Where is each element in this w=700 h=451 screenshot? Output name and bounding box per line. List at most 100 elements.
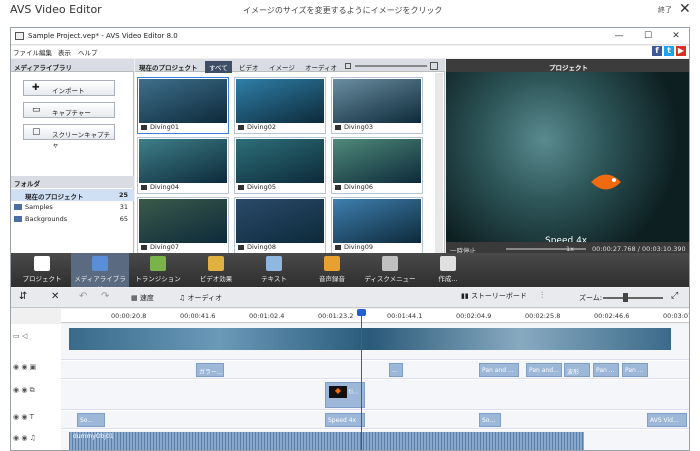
time-display: 00:00:27.768 / 00:03:10.390 — [592, 245, 686, 253]
tab-audio[interactable]: オーディオ — [301, 61, 341, 73]
effect-clip[interactable]: Pan ... — [593, 363, 619, 377]
video-icon — [238, 245, 244, 250]
ruler-tick-label: 00:00:41.6 — [180, 312, 216, 320]
menu-view[interactable]: 表示 — [58, 47, 71, 57]
folder-count: 65 — [119, 215, 128, 223]
text-clip[interactable]: Speed 4x — [325, 413, 365, 427]
large-thumb-icon[interactable] — [430, 62, 438, 70]
media-thumbnail[interactable]: Diving09 — [331, 197, 423, 254]
close-button[interactable]: ✕ — [663, 29, 689, 43]
toolbar-button-0[interactable]: プロジェクト — [13, 253, 71, 287]
media-thumbnail[interactable]: Diving08 — [234, 197, 326, 254]
import-button[interactable]: ✚ インポート — [23, 80, 115, 96]
toolbar-icon — [324, 256, 340, 271]
zoom-slider[interactable] — [603, 297, 663, 299]
outer-close-icon[interactable]: ✕ — [679, 1, 691, 17]
audio-track-controls[interactable]: ◉ ◉ ♫ — [13, 434, 59, 448]
text-clip[interactable]: AVS Vid... — [647, 413, 687, 427]
folder-current-project[interactable]: 現在のプロジェクト 25 — [11, 189, 134, 201]
audio-button[interactable]: ♫ オーディオ — [179, 293, 222, 303]
preview-panel: プロジェクト Speed 4x 一時停止 1x 00:00:27.768 / 0… — [446, 59, 689, 277]
small-thumb-icon[interactable] — [345, 63, 351, 69]
preview-video[interactable]: Speed 4x — [446, 72, 689, 246]
storyboard-button[interactable]: ▮▮ ストーリーボード — [461, 291, 527, 301]
twitter-icon[interactable]: t — [664, 46, 674, 56]
toolbar-label: 音声録音 — [319, 275, 345, 283]
toolbar-button-1[interactable]: メディアライブラリ — [71, 253, 129, 293]
thumb-size-slider[interactable] — [355, 65, 427, 67]
timeline-ruler[interactable]: 00:00:20.8 00:00:41.6 00:01:02.4 00:01:23.2… — [61, 309, 689, 323]
screen-capture-button[interactable]: ▢ スクリーンキャプチャ — [23, 124, 115, 149]
youtube-icon[interactable]: ▶ — [676, 46, 686, 56]
speed-value: 1x — [566, 245, 574, 253]
toolbar-icon — [382, 256, 398, 271]
effect-clip[interactable]: Pan and... — [526, 363, 562, 377]
fit-timeline-icon[interactable]: ⤢ — [671, 291, 678, 301]
media-thumbnail[interactable]: Diving04 — [137, 137, 229, 194]
thumbnail-image — [139, 139, 227, 183]
folder-icon — [14, 216, 22, 222]
menu-edit[interactable]: 編集 — [39, 47, 52, 57]
thumbnail-label: Diving03 — [344, 123, 373, 131]
toolbar-button-4[interactable]: テキスト — [245, 253, 303, 287]
effect-clip[interactable]: 波形 — [564, 363, 590, 377]
maximize-button[interactable]: ☐ — [635, 29, 661, 43]
playhead-handle[interactable] — [357, 309, 366, 316]
text-clip[interactable]: So... — [479, 413, 501, 427]
media-filter-bar: 現在のプロジェクト すべて ビデオ イメージ オーディオ — [135, 59, 445, 73]
overlay-track-controls[interactable]: ◉ ◉ ⧉ — [13, 386, 59, 400]
text-track[interactable] — [61, 411, 689, 429]
folder-samples[interactable]: Samples 31 — [11, 201, 134, 213]
effects-track-controls[interactable]: ◉ ◉ ▣ — [13, 363, 59, 377]
tab-all[interactable]: すべて — [205, 61, 232, 73]
toolbar-button-2[interactable]: トランジション — [129, 253, 187, 287]
thumbnail-image — [139, 199, 227, 243]
end-label[interactable]: 終了 — [658, 5, 672, 15]
video-clips-strip[interactable] — [69, 328, 671, 350]
effect-clip[interactable]: ... — [389, 363, 403, 377]
effect-clip[interactable]: Pan ... — [622, 363, 648, 377]
text-clip[interactable]: So... — [77, 413, 105, 427]
effect-clip[interactable]: Pan and ... — [479, 363, 519, 377]
menu-file[interactable]: ファイル — [13, 47, 39, 57]
overlay-clip[interactable]: ◆ ti... — [325, 382, 365, 408]
menu-help[interactable]: ヘルプ — [78, 47, 98, 57]
media-thumbnail[interactable]: Diving07 — [137, 197, 229, 254]
overlay-track[interactable] — [61, 380, 689, 410]
media-thumbnail[interactable]: Diving06 — [331, 137, 423, 194]
media-thumbnail[interactable]: Diving02 — [234, 77, 326, 134]
thumbnail-image — [333, 79, 421, 123]
text-track-controls[interactable]: ◉ ◉ T — [13, 413, 59, 427]
zoom-slider-thumb[interactable] — [623, 293, 628, 302]
toolbar-button-3[interactable]: ビデオ効果 — [187, 253, 245, 287]
media-thumbnail[interactable]: Diving05 — [234, 137, 326, 194]
delete-icon[interactable]: ✕ — [51, 291, 59, 302]
undo-icon[interactable]: ↶ — [79, 291, 87, 302]
thumbnail-label: Diving05 — [247, 183, 276, 191]
resize-hint: イメージのサイズを変更するようにイメージをクリック — [243, 6, 443, 15]
mixer-icon[interactable]: ⫶ — [541, 291, 543, 301]
media-thumbnail[interactable]: Diving03 — [331, 77, 423, 134]
redo-icon[interactable]: ↷ — [101, 291, 109, 302]
speed-button[interactable]: ▦ 速度 — [131, 293, 154, 303]
toolbar-button-5[interactable]: 音声録音 — [303, 253, 361, 287]
tab-image[interactable]: イメージ — [265, 61, 299, 73]
toolbar-button-7[interactable]: 作成... — [419, 253, 477, 287]
outer-app-title: AVS Video Editor — [10, 3, 102, 16]
ruler-tick-label: 00:00:20.8 — [111, 312, 147, 320]
tab-video[interactable]: ビデオ — [235, 61, 263, 73]
toolbar-button-6[interactable]: ディスクメニュー — [361, 253, 419, 287]
volume-slider[interactable] — [506, 248, 586, 250]
app-icon — [15, 32, 24, 40]
grid-scrollbar[interactable] — [435, 73, 443, 253]
playhead[interactable] — [361, 311, 362, 450]
collapse-icon[interactable]: ⇵ — [19, 291, 27, 302]
media-thumbnail[interactable]: Diving01 — [137, 77, 229, 134]
facebook-icon[interactable]: f — [652, 46, 662, 56]
capture-button[interactable]: ▭ キャプチャー — [23, 102, 115, 118]
audio-clip[interactable]: dummyObj01 — [69, 432, 584, 450]
effect-clip[interactable]: ガラー... — [196, 363, 224, 377]
toolbar-label: トランジション — [135, 275, 181, 283]
folder-backgrounds[interactable]: Backgrounds 65 — [11, 213, 134, 225]
minimize-button[interactable]: — — [606, 29, 632, 43]
